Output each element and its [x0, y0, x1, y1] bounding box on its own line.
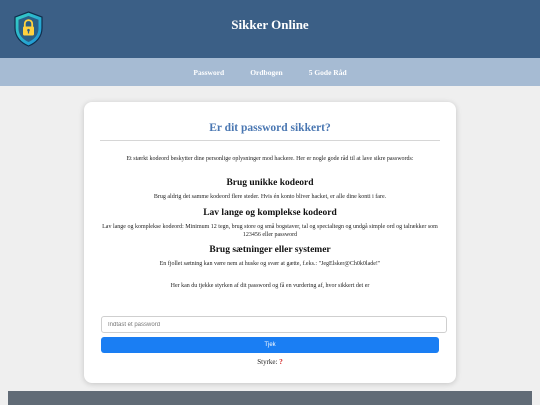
tip-heading-complex: Lav lange og komplekse kodeord [203, 208, 337, 218]
site-title: Sikker Online [231, 17, 309, 32]
intro-text: Et stærkt kodeord beskytter dine personl… [126, 156, 414, 162]
strength-display: Styrke: ? [84, 358, 456, 366]
tip-heading-sentences: Brug sætninger eller systemer [209, 245, 331, 255]
tip-text-unique: Brug aldrig det samme kodeord flere sted… [153, 194, 387, 200]
tip-heading-unique: Brug unikke kodeord [226, 178, 314, 188]
main-nav: Password Ordbogen 5 Gode Råd [0, 58, 540, 86]
tip-text-complex: Lav lange og komplekse kodeord: Minimum … [102, 224, 438, 238]
strength-label: Styrke: [257, 358, 278, 366]
site-footer [8, 391, 532, 405]
strength-value: ? [279, 358, 283, 366]
nav-link-password[interactable]: Password [193, 68, 224, 77]
page-title: Er dit password sikkert? [209, 122, 331, 134]
title-divider [100, 140, 440, 141]
check-button[interactable]: Tjek [101, 337, 439, 353]
password-input[interactable] [101, 316, 447, 333]
site-header: Sikker Online [0, 0, 540, 58]
password-card: Er dit password sikkert? Et stærkt kodeo… [84, 102, 456, 383]
tip-text-sentences: En fjollet sætning kan være nem at huske… [159, 261, 381, 267]
check-instructions: Her kan du tjekke styrken af dit passwor… [170, 283, 370, 289]
nav-link-ordbogen[interactable]: Ordbogen [250, 68, 283, 77]
nav-link-gode-raad[interactable]: 5 Gode Råd [309, 68, 347, 77]
